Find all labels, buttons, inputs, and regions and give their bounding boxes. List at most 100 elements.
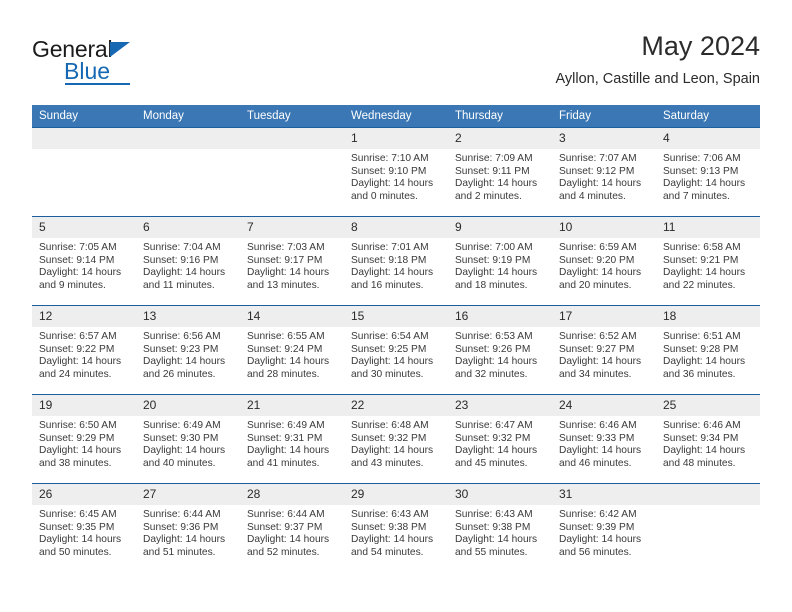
sunset-text: Sunset: 9:38 PM: [455, 521, 531, 533]
calendar-day-cell[interactable]: 4 Sunrise: 7:06 AM Sunset: 9:13 PM Daylight…: [656, 127, 760, 217]
calendar-day-cell[interactable]: 1 Sunrise: 7:10 AM Sunset: 9:10 PM Daylight…: [344, 127, 448, 217]
weekday-header-monday: Monday: [136, 105, 240, 128]
daylight-text-line1: Daylight: 14 hours: [351, 356, 434, 368]
day-number: [32, 128, 136, 149]
day-details: Sunrise: 6:52 AM Sunset: 9:27 PM Daylight:…: [552, 327, 656, 381]
sunrise-text: Sunrise: 6:55 AM: [247, 331, 325, 342]
daylight-text-line2: and 50 minutes.: [39, 546, 112, 558]
daylight-text-line1: Daylight: 14 hours: [559, 267, 642, 279]
logo-underline: [65, 83, 130, 85]
sunset-text: Sunset: 9:27 PM: [559, 343, 635, 355]
calendar-day-cell[interactable]: 29 Sunrise: 6:43 AM Sunset: 9:38 PM Dayligh…: [344, 483, 448, 573]
day-details: Sunrise: 6:43 AM Sunset: 9:38 PM Daylight:…: [448, 505, 552, 559]
calendar-week-row: 5 Sunrise: 7:05 AM Sunset: 9:14 PM Daylight…: [32, 216, 760, 306]
day-details: Sunrise: 6:56 AM Sunset: 9:23 PM Daylight:…: [136, 327, 240, 381]
calendar-day-cell[interactable]: 23 Sunrise: 6:47 AM Sunset: 9:32 PM Dayligh…: [448, 394, 552, 484]
calendar-week-row: 26 Sunrise: 6:45 AM Sunset: 9:35 PM Dayligh…: [32, 483, 760, 573]
calendar-day-cell[interactable]: 10 Sunrise: 6:59 AM Sunset: 9:20 PM Dayligh…: [552, 216, 656, 306]
day-number: 31: [552, 484, 656, 505]
calendar-day-cell[interactable]: 20 Sunrise: 6:49 AM Sunset: 9:30 PM Dayligh…: [136, 394, 240, 484]
calendar-day-cell[interactable]: 14 Sunrise: 6:55 AM Sunset: 9:24 PM Dayligh…: [240, 305, 344, 395]
sunset-text: Sunset: 9:24 PM: [247, 343, 323, 355]
daylight-text-line2: and 56 minutes.: [559, 546, 632, 558]
day-number: 8: [344, 217, 448, 238]
calendar-day-cell[interactable]: 13 Sunrise: 6:56 AM Sunset: 9:23 PM Dayligh…: [136, 305, 240, 395]
daylight-text-line1: Daylight: 14 hours: [39, 267, 122, 279]
day-details: Sunrise: 6:54 AM Sunset: 9:25 PM Daylight:…: [344, 327, 448, 381]
day-details: Sunrise: 6:42 AM Sunset: 9:39 PM Daylight:…: [552, 505, 656, 559]
daylight-text-line1: Daylight: 14 hours: [39, 445, 122, 457]
daylight-text-line1: Daylight: 14 hours: [559, 178, 642, 190]
day-number: 6: [136, 217, 240, 238]
daylight-text-line2: and 30 minutes.: [351, 368, 424, 380]
calendar-day-cell[interactable]: 15 Sunrise: 6:54 AM Sunset: 9:25 PM Dayligh…: [344, 305, 448, 395]
calendar-day-cell[interactable]: 24 Sunrise: 6:46 AM Sunset: 9:33 PM Dayligh…: [552, 394, 656, 484]
daylight-text-line1: Daylight: 14 hours: [143, 534, 226, 546]
calendar-day-cell[interactable]: 21 Sunrise: 6:49 AM Sunset: 9:31 PM Dayligh…: [240, 394, 344, 484]
weekday-header-friday: Friday: [552, 105, 656, 128]
calendar-day-cell[interactable]: 18 Sunrise: 6:51 AM Sunset: 9:28 PM Dayligh…: [656, 305, 760, 395]
sunrise-text: Sunrise: 6:52 AM: [559, 331, 637, 342]
sunset-text: Sunset: 9:32 PM: [351, 432, 427, 444]
calendar-day-cell[interactable]: 25 Sunrise: 6:46 AM Sunset: 9:34 PM Dayligh…: [656, 394, 760, 484]
calendar-day-cell[interactable]: 3 Sunrise: 7:07 AM Sunset: 9:12 PM Daylight…: [552, 127, 656, 217]
calendar-day-cell[interactable]: 22 Sunrise: 6:48 AM Sunset: 9:32 PM Dayligh…: [344, 394, 448, 484]
day-details: Sunrise: 7:07 AM Sunset: 9:12 PM Daylight:…: [552, 149, 656, 203]
day-number: 22: [344, 395, 448, 416]
sunset-text: Sunset: 9:12 PM: [559, 165, 635, 177]
day-number: 16: [448, 306, 552, 327]
calendar-day-cell[interactable]: 12 Sunrise: 6:57 AM Sunset: 9:22 PM Dayligh…: [32, 305, 136, 395]
calendar-day-cell-empty: [656, 483, 760, 573]
day-number: 12: [32, 306, 136, 327]
calendar-day-cell[interactable]: 9 Sunrise: 7:00 AM Sunset: 9:19 PM Daylight…: [448, 216, 552, 306]
daylight-text-line1: Daylight: 14 hours: [663, 267, 746, 279]
calendar-day-cell[interactable]: 11 Sunrise: 6:58 AM Sunset: 9:21 PM Dayligh…: [656, 216, 760, 306]
calendar-day-cell[interactable]: 16 Sunrise: 6:53 AM Sunset: 9:26 PM Dayligh…: [448, 305, 552, 395]
sunset-text: Sunset: 9:25 PM: [351, 343, 427, 355]
daylight-text-line2: and 13 minutes.: [247, 279, 320, 291]
daylight-text-line1: Daylight: 14 hours: [351, 534, 434, 546]
sunset-text: Sunset: 9:21 PM: [663, 254, 739, 266]
calendar-day-cell[interactable]: 17 Sunrise: 6:52 AM Sunset: 9:27 PM Dayligh…: [552, 305, 656, 395]
sunrise-text: Sunrise: 7:00 AM: [455, 242, 533, 253]
calendar-day-cell[interactable]: 30 Sunrise: 6:43 AM Sunset: 9:38 PM Dayligh…: [448, 483, 552, 573]
calendar-day-cell[interactable]: 27 Sunrise: 6:44 AM Sunset: 9:36 PM Dayligh…: [136, 483, 240, 573]
sunset-text: Sunset: 9:30 PM: [143, 432, 219, 444]
calendar-day-cell[interactable]: 8 Sunrise: 7:01 AM Sunset: 9:18 PM Daylight…: [344, 216, 448, 306]
day-number: [656, 484, 760, 505]
daylight-text-line2: and 40 minutes.: [143, 457, 216, 469]
day-number: 13: [136, 306, 240, 327]
calendar-day-cell[interactable]: 7 Sunrise: 7:03 AM Sunset: 9:17 PM Daylight…: [240, 216, 344, 306]
daylight-text-line1: Daylight: 14 hours: [455, 445, 538, 457]
page-title: May 2024: [641, 31, 760, 61]
day-number: 14: [240, 306, 344, 327]
daylight-text-line2: and 38 minutes.: [39, 457, 112, 469]
day-details: Sunrise: 7:04 AM Sunset: 9:16 PM Daylight:…: [136, 238, 240, 292]
calendar-day-cell[interactable]: 2 Sunrise: 7:09 AM Sunset: 9:11 PM Daylight…: [448, 127, 552, 217]
day-details: [32, 149, 136, 153]
daylight-text-line2: and 0 minutes.: [351, 190, 418, 202]
sunset-text: Sunset: 9:34 PM: [663, 432, 739, 444]
calendar-day-cell[interactable]: 6 Sunrise: 7:04 AM Sunset: 9:16 PM Daylight…: [136, 216, 240, 306]
day-number: 26: [32, 484, 136, 505]
sunrise-text: Sunrise: 6:59 AM: [559, 242, 637, 253]
daylight-text-line1: Daylight: 14 hours: [39, 534, 122, 546]
calendar-week-row: 19 Sunrise: 6:50 AM Sunset: 9:29 PM Dayligh…: [32, 394, 760, 484]
daylight-text-line2: and 22 minutes.: [663, 279, 736, 291]
sunset-text: Sunset: 9:39 PM: [559, 521, 635, 533]
day-details: Sunrise: 6:46 AM Sunset: 9:33 PM Daylight:…: [552, 416, 656, 470]
sunrise-text: Sunrise: 6:44 AM: [247, 509, 325, 520]
calendar-day-cell[interactable]: 19 Sunrise: 6:50 AM Sunset: 9:29 PM Dayligh…: [32, 394, 136, 484]
calendar-day-cell[interactable]: 31 Sunrise: 6:42 AM Sunset: 9:39 PM Dayligh…: [552, 483, 656, 573]
daylight-text-line1: Daylight: 14 hours: [143, 445, 226, 457]
daylight-text-line2: and 52 minutes.: [247, 546, 320, 558]
day-number: [240, 128, 344, 149]
day-details: [136, 149, 240, 153]
calendar-day-cell[interactable]: 28 Sunrise: 6:44 AM Sunset: 9:37 PM Dayligh…: [240, 483, 344, 573]
day-details: Sunrise: 6:48 AM Sunset: 9:32 PM Daylight:…: [344, 416, 448, 470]
calendar-day-cell[interactable]: 26 Sunrise: 6:45 AM Sunset: 9:35 PM Dayligh…: [32, 483, 136, 573]
day-number: 24: [552, 395, 656, 416]
calendar-day-cell[interactable]: 5 Sunrise: 7:05 AM Sunset: 9:14 PM Daylight…: [32, 216, 136, 306]
sunrise-text: Sunrise: 7:04 AM: [143, 242, 221, 253]
day-number: 20: [136, 395, 240, 416]
